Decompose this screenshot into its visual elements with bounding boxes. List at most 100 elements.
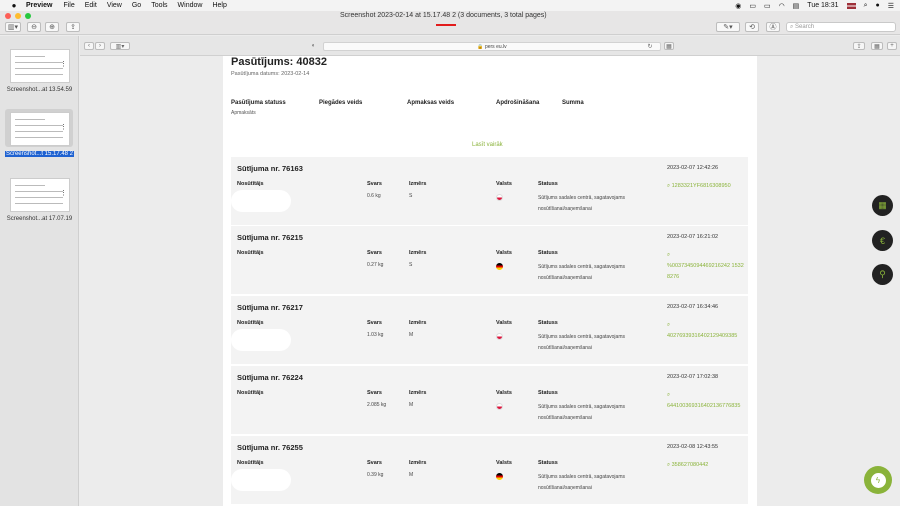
tracking-link[interactable]: ⌕ 40276939316402129409385 xyxy=(667,320,745,342)
zoom-window-icon[interactable] xyxy=(25,13,31,19)
zoom-out-button[interactable]: ⊖ xyxy=(27,22,41,32)
germany-flag-icon xyxy=(496,263,503,270)
control-center-icon[interactable]: ▤ xyxy=(793,2,800,10)
grid-icon[interactable]: ▦ xyxy=(872,195,893,216)
thumbnail-label-3: Screenshot...at 17.07.19 xyxy=(6,216,73,222)
status-label: Statuss xyxy=(538,390,558,396)
status-label: Statuss xyxy=(538,320,558,326)
search-icon: ⌕ xyxy=(667,322,671,328)
input-source-flag-icon[interactable] xyxy=(846,2,856,9)
tracking-link[interactable]: ⌕ 644100369316402136776835 xyxy=(667,390,745,412)
thumbnail-label-2: Screenshot...t 15.17.48 2 xyxy=(4,151,75,157)
spotlight-icon[interactable]: ⌕ xyxy=(864,2,868,10)
menu-file[interactable]: File xyxy=(63,2,74,9)
menu-window[interactable]: Window xyxy=(178,2,203,9)
country-label: Valsts xyxy=(496,250,512,256)
thumbnail-2[interactable]: ⋮ xyxy=(10,112,70,146)
shipment-card: Sūtījuma nr. 76215 Nosūtītājs Svars 0.27… xyxy=(231,226,748,294)
shipment-title: Sūtījuma nr. 76217 xyxy=(237,303,303,312)
header-status: Pasūtījuma statuss xyxy=(231,100,286,106)
rotate-button[interactable]: ⟲ xyxy=(745,22,759,32)
more-icon[interactable]: ⋮ xyxy=(60,123,67,131)
browser-toolbar: ‹ › ▥▾ ◐ 🔒 pers eu.lv ↻ ▦ ⇪ ▦ + xyxy=(80,36,900,56)
close-window-icon[interactable] xyxy=(5,13,11,19)
menu-help[interactable]: Help xyxy=(212,2,226,9)
weight-value: 0.6 kg xyxy=(367,193,381,199)
zoom-in-button[interactable]: ⊕ xyxy=(45,22,59,32)
size-label: Izmērs xyxy=(409,390,427,396)
thumbnail-sidebar: ⋮ Screenshot...at 13.54.59 ⋮ Screenshot.… xyxy=(0,36,79,506)
tracking-link[interactable]: ⌕ %0037345094469216242 15328276 xyxy=(667,250,745,283)
size-label: Izmērs xyxy=(409,320,427,326)
search-input[interactable]: ⌕ Search xyxy=(786,22,896,32)
status-text: Sūtījums sadales centrā, sagatavojams no… xyxy=(538,404,625,421)
reload-icon[interactable]: ↻ xyxy=(646,42,654,50)
shipment-card: Sūtījuma nr. 76224 Nosūtītājs Svars 2.08… xyxy=(231,366,748,434)
shipment-timestamp: 2023-02-07 16:34:46 xyxy=(667,304,719,310)
new-tab-button[interactable]: + xyxy=(887,42,897,50)
apple-icon[interactable]: ● xyxy=(10,1,18,10)
status-label: Statuss xyxy=(538,181,558,187)
shipment-title: Sūtījuma nr. 76255 xyxy=(237,443,303,452)
extension-button[interactable]: ▦ xyxy=(664,42,674,50)
status-label: Statuss xyxy=(538,460,558,466)
thumbnail-3[interactable]: ⋮ xyxy=(10,178,70,212)
order-date: Pasūtījuma datums: 2023-02-14 xyxy=(231,71,310,77)
sidebar-toggle-button[interactable]: ▥▾ xyxy=(5,22,21,32)
privacy-icon[interactable]: ◐ xyxy=(309,42,318,50)
weight-value: 0.27 kg xyxy=(367,262,384,268)
browser-share-button[interactable]: ⇪ xyxy=(853,42,865,50)
back-button[interactable]: ‹ xyxy=(84,42,94,50)
share-button[interactable]: ⇪ xyxy=(66,22,80,32)
location-icon[interactable]: ⚲ xyxy=(872,264,893,285)
browser-sidebar-button[interactable]: ▥▾ xyxy=(110,42,130,50)
url-bar[interactable]: 🔒 pers eu.lv xyxy=(323,42,661,51)
user-icon[interactable]: ● xyxy=(875,2,879,9)
markup-button[interactable]: ✎▾ xyxy=(716,22,740,32)
annotate-button[interactable]: Ⓐ xyxy=(766,22,780,32)
calendar-icon[interactable]: ▭ xyxy=(749,2,756,10)
wifi-icon[interactable]: ◠ xyxy=(779,2,785,10)
size-value: S xyxy=(409,193,413,199)
notification-center-icon[interactable]: ☰ xyxy=(888,2,894,10)
tracking-link[interactable]: ⌕ 1283321YF6816308950 xyxy=(667,181,745,192)
window-title: Screenshot 2023-02-14 at 15.17.48 2 (3 d… xyxy=(340,12,547,19)
more-icon[interactable]: ⋮ xyxy=(60,189,67,197)
shipment-card: Sūtījuma nr. 76217 Nosūtītājs Svars 1.03… xyxy=(231,296,748,364)
status-label: Statuss xyxy=(538,250,558,256)
creative-cloud-icon[interactable]: ◉ xyxy=(735,2,741,10)
messenger-chat-button[interactable]: ϟ xyxy=(864,466,892,494)
shipment-timestamp: 2023-02-07 12:42:26 xyxy=(667,165,719,171)
more-icon[interactable]: ⋮ xyxy=(60,60,67,68)
weight-label: Svars xyxy=(367,460,382,466)
weight-label: Svars xyxy=(367,320,382,326)
header-delivery: Piegādes veids xyxy=(319,100,363,106)
minimize-window-icon[interactable] xyxy=(15,13,21,19)
weight-label: Svars xyxy=(367,250,382,256)
country-label: Valsts xyxy=(496,390,512,396)
status-badge: Apmaksāts xyxy=(231,110,256,116)
shipment-title: Sūtījuma nr. 76215 xyxy=(237,233,303,242)
tracking-link[interactable]: ⌕ 358627080442 xyxy=(667,460,745,471)
page-title: Pasūtījums: 40832 xyxy=(231,56,327,68)
euro-icon[interactable]: € xyxy=(872,230,893,251)
read-more-link[interactable]: Lasīt vairāk xyxy=(472,142,503,148)
menu-tools[interactable]: Tools xyxy=(151,2,167,9)
country-label: Valsts xyxy=(496,320,512,326)
thumbnail-1[interactable]: ⋮ xyxy=(10,49,70,83)
messenger-icon: ϟ xyxy=(870,472,886,488)
shipment-timestamp: 2023-02-08 12:43:55 xyxy=(667,444,719,450)
sender-label: Nosūtītājs xyxy=(237,320,264,326)
menu-app[interactable]: Preview xyxy=(26,2,52,9)
sender-label: Nosūtītājs xyxy=(237,460,264,466)
window-controls xyxy=(5,13,35,19)
clock[interactable]: Tue 18:31 xyxy=(807,2,838,9)
menu-view[interactable]: View xyxy=(107,2,122,9)
weight-value: 2.085 kg xyxy=(367,402,387,408)
menu-edit[interactable]: Edit xyxy=(85,2,97,9)
battery-icon[interactable]: ▭ xyxy=(764,2,771,10)
menu-go[interactable]: Go xyxy=(132,2,141,9)
forward-button[interactable]: › xyxy=(95,42,105,50)
header-payment: Apmaksas veids xyxy=(407,100,455,106)
tabs-overview-button[interactable]: ▦ xyxy=(871,42,883,50)
